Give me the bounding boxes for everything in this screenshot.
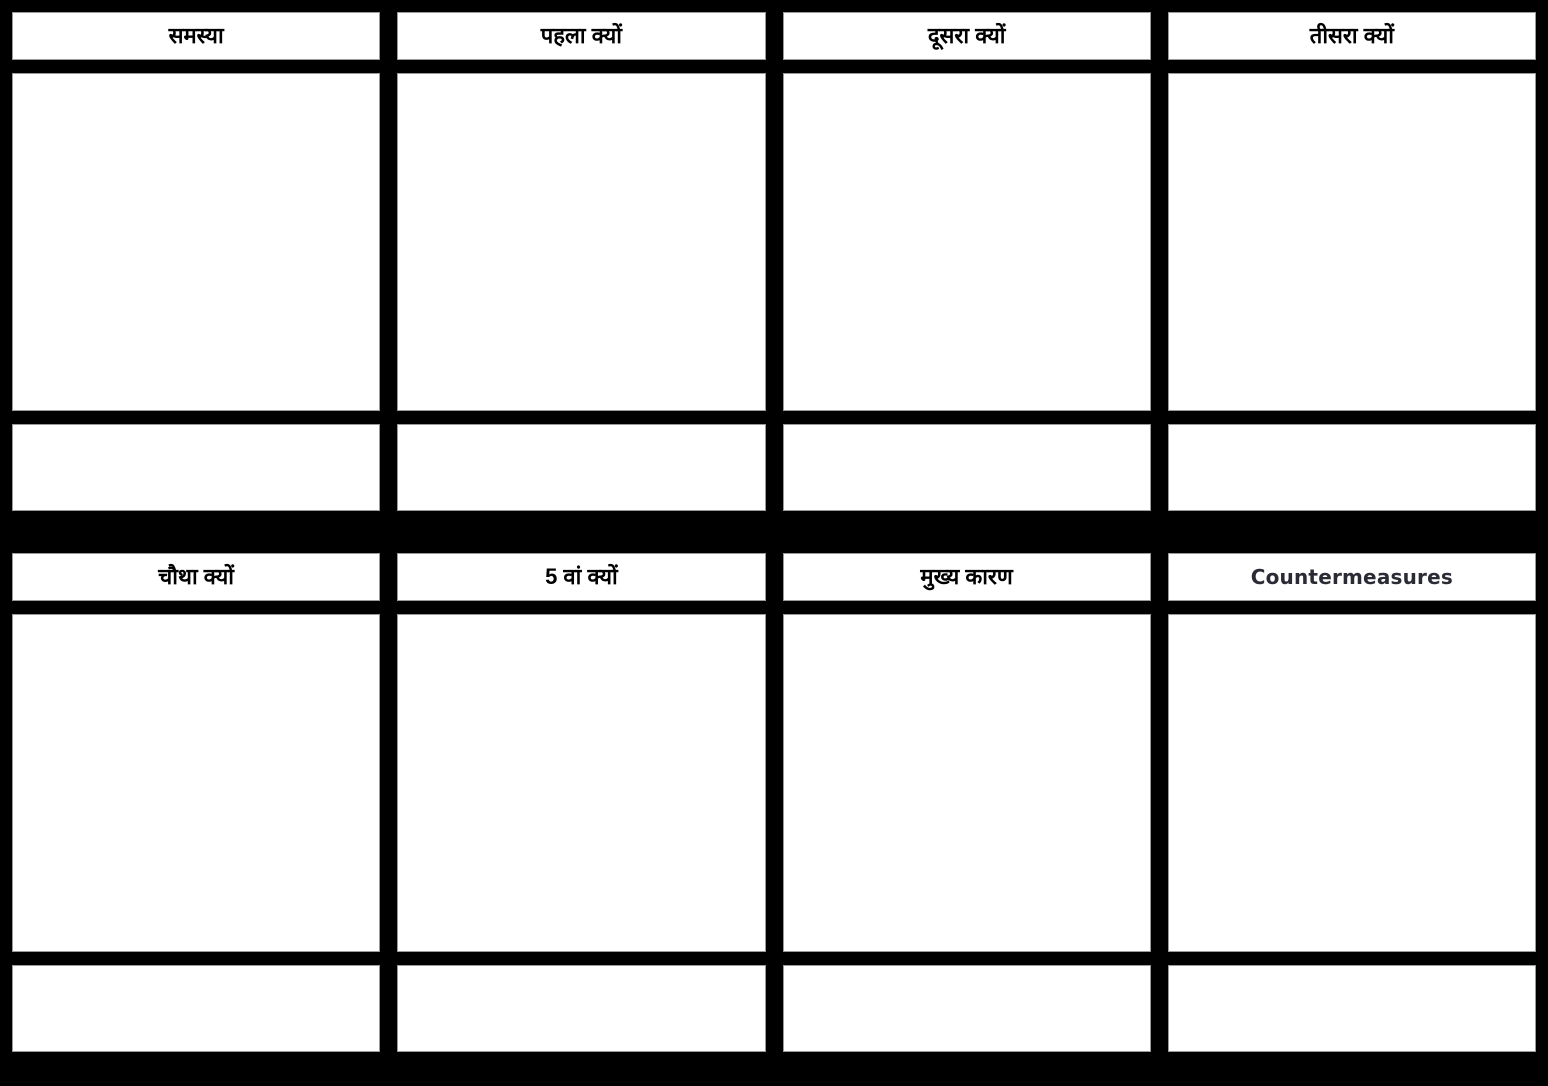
column-fourth-why: चौथा क्यों: [12, 553, 381, 1052]
column-countermeasures: Countermeasures: [1167, 553, 1536, 1052]
header-cell-problem: समस्या: [12, 12, 381, 60]
note-cell-root-cause[interactable]: [782, 965, 1151, 1052]
row-group-top: समस्या पहला क्यों दूसरा क्यों तीसरा क्यो…: [12, 12, 1536, 511]
header-label-root-cause: मुख्य कारण: [920, 563, 1013, 589]
column-third-why: तीसरा क्यों: [1167, 12, 1536, 511]
header-cell-second-why: दूसरा क्यों: [782, 12, 1151, 60]
body-cell-fourth-why[interactable]: [12, 614, 381, 952]
header-label-problem: समस्या: [168, 22, 224, 48]
header-label-second-why: दूसरा क्यों: [927, 22, 1006, 48]
header-cell-root-cause: मुख्य कारण: [782, 553, 1151, 601]
header-cell-fourth-why: चौथा क्यों: [12, 553, 381, 601]
body-cell-third-why[interactable]: [1167, 73, 1536, 411]
column-second-why: दूसरा क्यों: [782, 12, 1151, 511]
body-cell-fifth-why[interactable]: [397, 614, 766, 952]
body-cell-root-cause[interactable]: [782, 614, 1151, 952]
header-label-countermeasures: Countermeasures: [1250, 565, 1453, 589]
header-label-fourth-why: चौथा क्यों: [158, 563, 234, 589]
column-problem: समस्या: [12, 12, 381, 511]
body-cell-second-why[interactable]: [782, 73, 1151, 411]
column-root-cause: मुख्य कारण: [782, 553, 1151, 1052]
header-cell-first-why: पहला क्यों: [397, 12, 766, 60]
note-cell-fifth-why[interactable]: [397, 965, 766, 1052]
header-label-first-why: पहला क्यों: [540, 22, 622, 48]
body-cell-countermeasures[interactable]: [1167, 614, 1536, 952]
header-label-third-why: तीसरा क्यों: [1309, 22, 1394, 48]
five-whys-worksheet: समस्या पहला क्यों दूसरा क्यों तीसरा क्यो…: [0, 0, 1548, 1086]
row-group-bottom: चौथा क्यों 5 वां क्यों मुख्य कारण Counte…: [12, 553, 1536, 1052]
column-fifth-why: 5 वां क्यों: [397, 553, 766, 1052]
note-cell-third-why[interactable]: [1167, 424, 1536, 511]
note-cell-second-why[interactable]: [782, 424, 1151, 511]
note-cell-problem[interactable]: [12, 424, 381, 511]
column-first-why: पहला क्यों: [397, 12, 766, 511]
note-cell-countermeasures[interactable]: [1167, 965, 1536, 1052]
note-cell-fourth-why[interactable]: [12, 965, 381, 1052]
body-cell-problem[interactable]: [12, 73, 381, 411]
body-cell-first-why[interactable]: [397, 73, 766, 411]
header-label-fifth-why: 5 वां क्यों: [545, 563, 618, 589]
header-cell-countermeasures: Countermeasures: [1167, 553, 1536, 601]
header-cell-third-why: तीसरा क्यों: [1167, 12, 1536, 60]
header-cell-fifth-why: 5 वां क्यों: [397, 553, 766, 601]
note-cell-first-why[interactable]: [397, 424, 766, 511]
